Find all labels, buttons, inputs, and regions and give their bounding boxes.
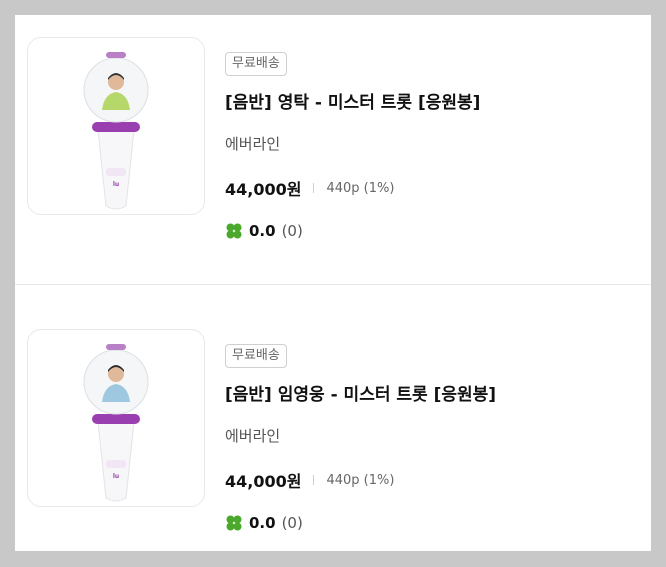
- separator: [313, 183, 315, 193]
- points: 440p (1%): [326, 472, 395, 488]
- clover-icon: [226, 223, 242, 239]
- rating-row: 0.0 (0): [225, 514, 635, 532]
- svg-text:lu: lu: [113, 181, 119, 188]
- free-shipping-badge: 무료배송: [225, 52, 287, 76]
- separator: [313, 475, 315, 485]
- lightstick-image: lu: [83, 344, 149, 502]
- lightstick-image: lu: [83, 52, 149, 210]
- product-title[interactable]: [음반] 영탁 - 미스터 트롯 [응원봉]: [225, 88, 635, 113]
- review-count: (0): [281, 222, 303, 240]
- product-info: 무료배송 [음반] 영탁 - 미스터 트롯 [응원봉] 에버라인 44,000원…: [225, 52, 635, 240]
- product-list: lu 무료배송 [음반] 영탁 - 미스터 트롯 [응원봉] 에버라인 44,0…: [15, 15, 651, 551]
- price-row: 44,000원 440p (1%): [225, 468, 635, 492]
- clover-icon: [226, 515, 242, 531]
- seller-name[interactable]: 에버라인: [225, 133, 635, 154]
- review-count: (0): [281, 514, 303, 532]
- product-thumbnail[interactable]: lu: [27, 37, 205, 215]
- points: 440p (1%): [326, 180, 395, 196]
- product-card[interactable]: lu 무료배송 [음반] 영탁 - 미스터 트롯 [응원봉] 에버라인 44,0…: [15, 15, 651, 284]
- product-info: 무료배송 [음반] 임영웅 - 미스터 트롯 [응원봉] 에버라인 44,000…: [225, 344, 635, 532]
- product-card[interactable]: lu 무료배송 [음반] 임영웅 - 미스터 트롯 [응원봉] 에버라인 44,…: [15, 285, 651, 551]
- price: 44,000원: [225, 472, 302, 491]
- svg-text:lu: lu: [113, 473, 119, 480]
- product-title[interactable]: [음반] 임영웅 - 미스터 트롯 [응원봉]: [225, 380, 635, 405]
- rating-value: 0.0: [249, 514, 276, 532]
- price-row: 44,000원 440p (1%): [225, 176, 635, 200]
- free-shipping-badge: 무료배송: [225, 344, 287, 368]
- seller-name[interactable]: 에버라인: [225, 425, 635, 446]
- product-thumbnail[interactable]: lu: [27, 329, 205, 507]
- price: 44,000원: [225, 180, 302, 199]
- rating-row: 0.0 (0): [225, 222, 635, 240]
- rating-value: 0.0: [249, 222, 276, 240]
